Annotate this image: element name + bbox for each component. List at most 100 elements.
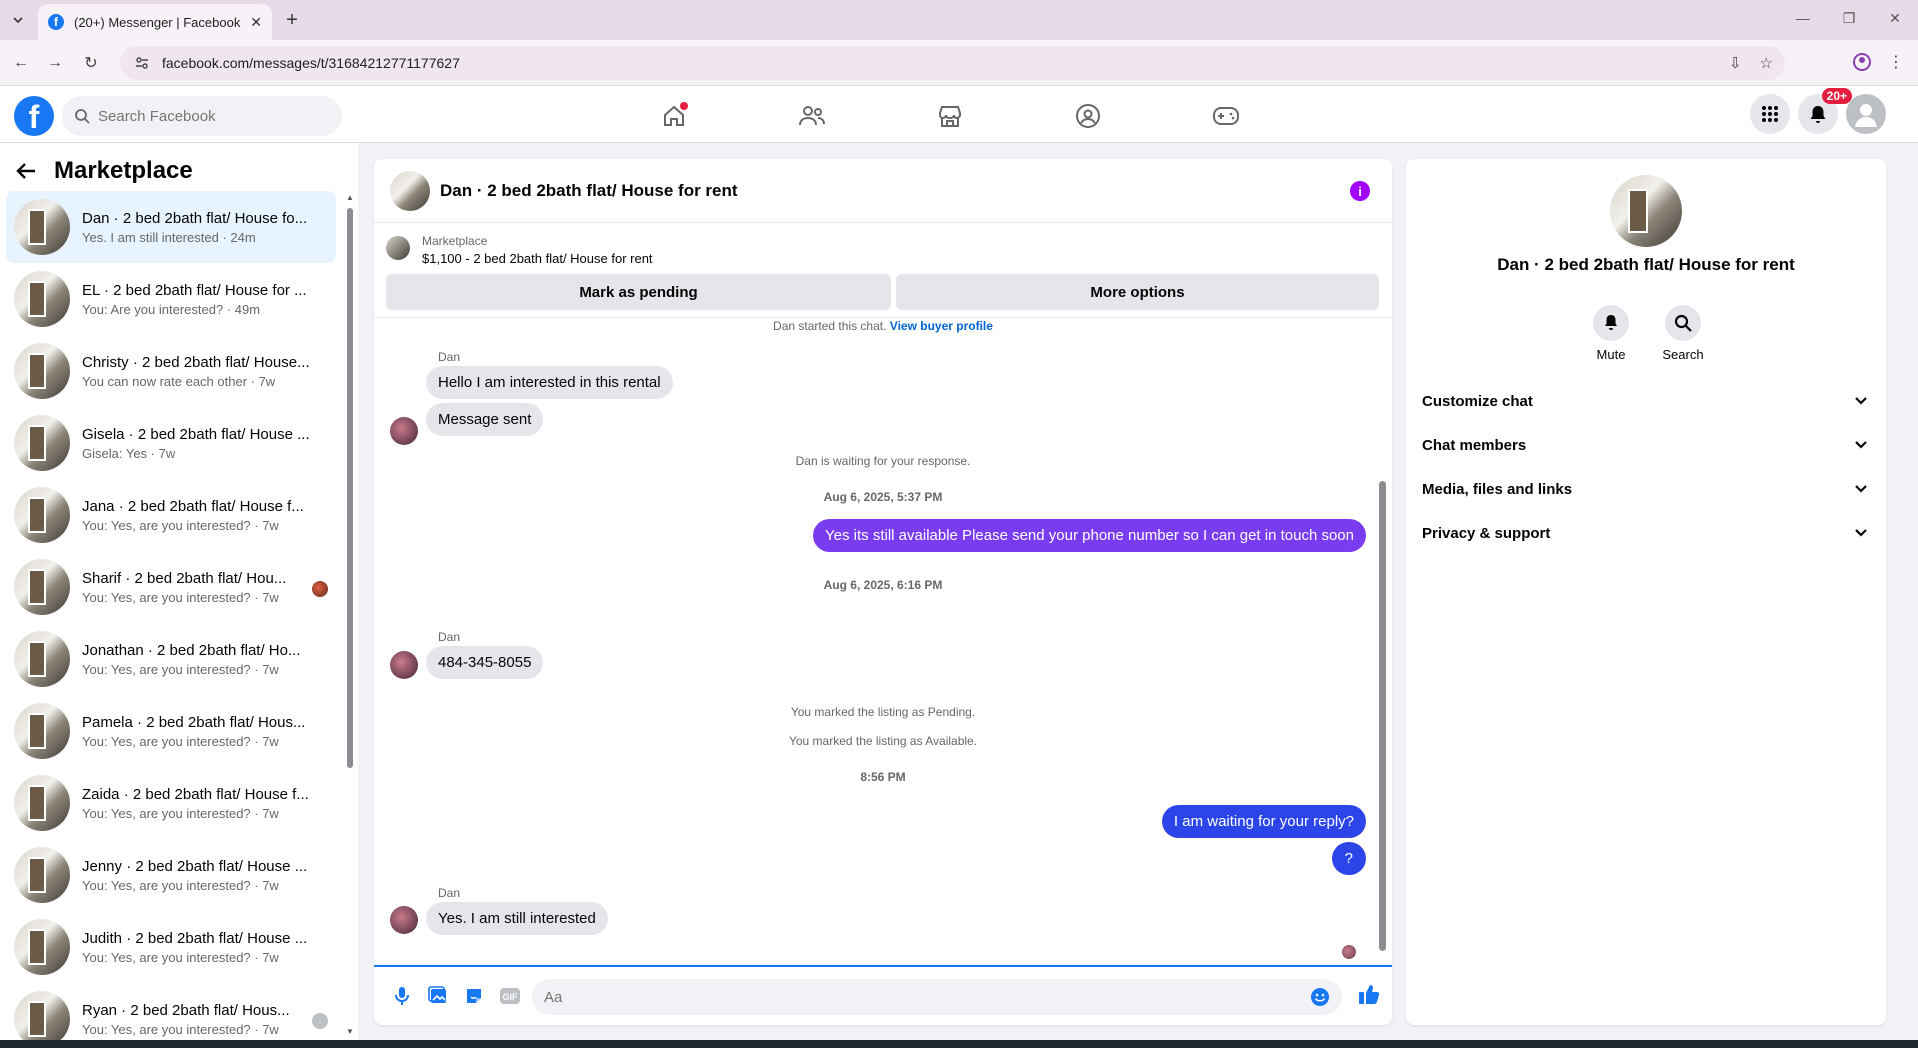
thumbs-up-icon[interactable] [1358,983,1380,1008]
back-icon[interactable]: ← [8,50,34,76]
sender-avatar[interactable] [390,417,418,445]
incoming-message[interactable]: 484-345-8055 [426,646,544,679]
sender-name: Dan [438,630,461,644]
browser-profile-icon[interactable] [1852,52,1872,75]
outgoing-message[interactable]: Yes its still available Please send your… [813,519,1366,552]
conversation-item[interactable]: Christy · 2 bed 2bath flat/ House... You … [6,335,336,407]
chat-scrollbar-thumb[interactable] [1379,481,1386,951]
listing-thumbnail[interactable] [386,236,410,260]
photo-icon[interactable] [420,978,456,1014]
conversation-list: Dan · 2 bed 2bath flat/ House fo... Yes. … [6,191,336,1048]
conversation-item[interactable]: Dan · 2 bed 2bath flat/ House fo... Yes. … [6,191,336,263]
conversation-preview: Gisela: Yes · 7w [82,445,176,461]
bookmark-star-icon[interactable]: ☆ [1760,54,1773,72]
mute-label: Mute [1596,347,1626,362]
gaming-nav-icon[interactable] [1204,94,1248,138]
search-input[interactable] [98,107,318,125]
conversation-preview: You: Yes, are you interested? · 7w [82,517,279,533]
restore-icon[interactable]: ❐ [1826,10,1872,27]
conversation-item[interactable]: Sharif · 2 bed 2bath flat/ Hou... You: Ye… [6,551,336,623]
close-window-icon[interactable]: ✕ [1872,10,1918,27]
conversation-avatar [14,631,70,687]
notifications-bell-icon[interactable]: 20+ [1798,88,1852,134]
chat-avatar[interactable] [390,170,430,211]
facebook-header: f 20+ [0,86,1918,143]
menu-grid-icon[interactable] [1750,94,1790,134]
mark-as-pending-button[interactable]: Mark as pending [386,274,891,310]
outgoing-message[interactable]: I am waiting for your reply? [1161,805,1366,838]
conversation-item[interactable]: Jenny · 2 bed 2bath flat/ House ... You: … [6,839,336,911]
listing-price-title[interactable]: $1,100 - 2 bed 2bath flat/ House for ren… [422,251,653,266]
conversation-item[interactable]: Zaida · 2 bed 2bath flat/ House f... You:… [6,767,336,839]
profile-avatar[interactable] [1610,175,1682,247]
emoji-icon[interactable] [1310,987,1330,1007]
friends-nav-icon[interactable] [790,94,834,138]
message-input-field[interactable] [532,979,1342,1015]
browser-menu-icon[interactable]: ⋮ [1888,52,1904,72]
search-icon [74,108,90,124]
microphone-icon[interactable] [384,978,420,1014]
conversation-avatar [14,271,70,327]
incoming-message[interactable]: Hello I am interested in this rental [426,366,673,399]
timestamp: 8:56 PM [860,770,906,784]
conversation-item[interactable]: Ryan · 2 bed 2bath flat/ Hous... You: Yes… [6,983,336,1048]
account-avatar-icon[interactable] [1846,94,1886,134]
site-settings-icon[interactable] [134,55,150,71]
tab-search-button[interactable] [6,8,30,32]
view-buyer-profile-link[interactable]: View buyer profile [890,319,993,333]
privacy-support-section[interactable]: Privacy & support [1414,511,1878,555]
conversation-item[interactable]: Jana · 2 bed 2bath flat/ House f... You: … [6,479,336,551]
conversation-item[interactable]: Jonathan · 2 bed 2bath flat/ Ho... You: Y… [6,623,336,695]
marketplace-listing-bar: Marketplace $1,100 - 2 bed 2bath flat/ H… [374,224,1392,318]
conversation-name: Pamela · 2 bed 2bath flat/ Hous... [82,713,306,731]
search-action[interactable]: Search [1648,305,1718,362]
status-notice: You marked the listing as Pending. [790,705,976,719]
chat-title[interactable]: Dan · 2 bed 2bath flat/ House for rent [440,181,738,201]
new-tab-button[interactable]: + [280,8,304,32]
incoming-message[interactable]: Yes. I am still interested [426,902,608,935]
install-app-icon[interactable]: ⇩ [1729,54,1742,72]
chat-panel: Dan · 2 bed 2bath flat/ House for rent i… [374,159,1392,1025]
address-bar[interactable]: facebook.com/messages/t/3168421277117762… [120,46,1785,80]
facebook-logo-icon[interactable]: f [14,96,54,136]
back-arrow-icon[interactable] [16,162,36,180]
conversation-item[interactable]: Judith · 2 bed 2bath flat/ House ... You:… [6,911,336,983]
message-composer: GIF [374,965,1392,1025]
home-nav-icon[interactable] [652,94,696,138]
search-icon [1674,314,1692,332]
read-receipt-avatar [312,1013,328,1029]
conversation-name: Christy · 2 bed 2bath flat/ House... [82,353,310,371]
read-receipt-avatar [312,581,328,597]
facebook-search[interactable] [62,96,342,136]
mute-action[interactable]: Mute [1576,305,1646,362]
forward-icon[interactable]: → [42,50,68,76]
conversation-item[interactable]: EL · 2 bed 2bath flat/ House for ... You:… [6,263,336,335]
more-options-button[interactable]: More options [896,274,1379,310]
message-input[interactable] [544,988,1310,1006]
incoming-message[interactable]: Message sent [426,403,544,436]
conversation-text: Zaida · 2 bed 2bath flat/ House f... You:… [82,786,318,821]
conversation-preview: You can now rate each other · 7w [82,373,276,389]
chat-members-section[interactable]: Chat members [1414,423,1878,467]
minimize-icon[interactable]: — [1780,10,1826,27]
sidebar-scrollbar-thumb[interactable] [347,208,353,768]
customize-chat-section[interactable]: Customize chat [1414,379,1878,423]
bell-icon [1603,314,1619,332]
sticker-icon[interactable] [456,978,492,1014]
outgoing-message[interactable]: ? [1331,842,1366,875]
reload-icon[interactable]: ↻ [78,50,104,76]
groups-nav-icon[interactable] [1066,94,1110,138]
conversation-item[interactable]: Gisela · 2 bed 2bath flat/ House ... Gise… [6,407,336,479]
browser-tab[interactable]: f (20+) Messenger | Facebook ✕ [38,4,272,40]
info-icon[interactable]: i [1350,181,1370,201]
sender-avatar[interactable] [390,906,418,934]
marketplace-nav-icon[interactable] [928,94,972,138]
conversation-avatar [14,919,70,975]
conversation-avatar [14,703,70,759]
tab-close-icon[interactable]: ✕ [250,14,262,31]
gif-icon[interactable]: GIF [492,978,528,1014]
conversation-item[interactable]: Pamela · 2 bed 2bath flat/ Hous... You: Y… [6,695,336,767]
media-files-links-section[interactable]: Media, files and links [1414,467,1878,511]
section-label: Privacy & support [1422,524,1551,542]
sender-avatar[interactable] [390,651,418,679]
